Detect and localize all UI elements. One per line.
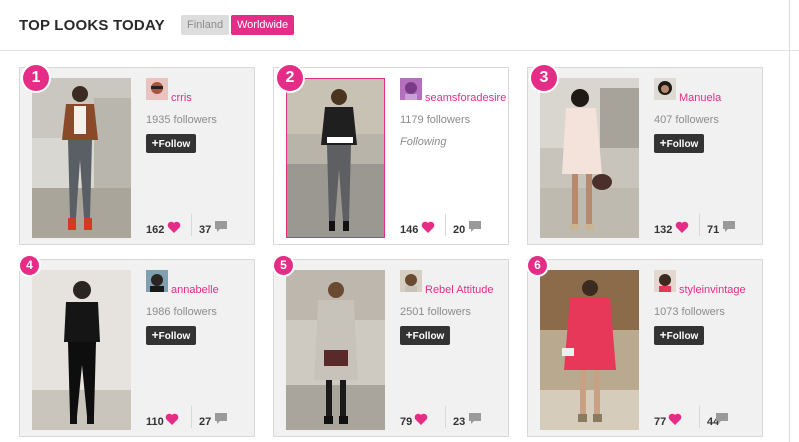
look-photo[interactable] xyxy=(286,270,385,430)
comments-count: 20 xyxy=(453,224,466,236)
rank-badge: 5 xyxy=(274,256,293,275)
look-card-1[interactable]: crris 1935 followers +Follow 162 37 1 xyxy=(19,65,255,245)
rank-badge: 6 xyxy=(528,256,547,275)
header: TOP LOOKS TODAY Finland Worldwide xyxy=(0,0,799,51)
comments-count: 71 xyxy=(707,224,720,236)
stats-divider xyxy=(191,214,192,236)
look-photo[interactable] xyxy=(286,78,385,238)
rank-badge: 4 xyxy=(20,256,39,275)
followers-count: 1073 followers xyxy=(654,306,725,318)
likes-count: 110 xyxy=(146,416,164,428)
heart-icon[interactable] xyxy=(668,412,682,426)
username-link[interactable]: seamsforadesire xyxy=(425,92,506,104)
rank-badge: 1 xyxy=(23,65,49,91)
comment-icon[interactable] xyxy=(716,413,728,424)
look-photo[interactable] xyxy=(540,270,639,430)
avatar[interactable] xyxy=(146,78,168,100)
likes-count: 162 xyxy=(146,224,165,236)
followers-count: 1179 followers xyxy=(400,114,471,126)
follow-label: Follow xyxy=(158,139,191,150)
followers-count: 1986 followers xyxy=(146,306,217,318)
page-divider xyxy=(789,0,790,442)
comments-count: 37 xyxy=(199,224,212,236)
avatar[interactable] xyxy=(654,270,676,292)
heart-icon[interactable] xyxy=(167,220,181,234)
stats-divider xyxy=(191,406,192,428)
follow-label: Follow xyxy=(158,331,191,342)
tab-worldwide[interactable]: Worldwide xyxy=(231,15,295,35)
heart-icon[interactable] xyxy=(165,412,179,426)
plus-icon: + xyxy=(405,328,413,342)
heart-icon[interactable] xyxy=(421,220,435,234)
likes-count: 77 xyxy=(654,416,667,428)
look-card-2[interactable]: seamsforadesire 1179 followers Following… xyxy=(273,65,509,245)
avatar[interactable] xyxy=(400,78,422,100)
look-photo[interactable] xyxy=(32,270,131,430)
stats-divider xyxy=(699,214,700,236)
followers-count: 407 followers xyxy=(654,114,719,126)
stats-divider xyxy=(445,406,446,428)
username-link[interactable]: styleinvintage xyxy=(679,284,746,296)
comment-icon[interactable] xyxy=(469,413,481,424)
rank-badge: 3 xyxy=(531,65,557,91)
username-link[interactable]: Manuela xyxy=(679,92,721,104)
follow-button[interactable]: +Follow xyxy=(654,326,704,345)
comments-count: 27 xyxy=(199,416,212,428)
comment-icon[interactable] xyxy=(469,221,481,232)
follow-button[interactable]: +Follow xyxy=(146,326,196,345)
stats-divider xyxy=(699,406,700,428)
plus-icon: + xyxy=(659,328,667,342)
follow-label: Follow xyxy=(666,331,699,342)
username-link[interactable]: Rebel Attitude xyxy=(425,284,494,296)
avatar[interactable] xyxy=(146,270,168,292)
follow-label: Follow xyxy=(412,331,445,342)
tab-finland[interactable]: Finland xyxy=(181,15,230,35)
avatar[interactable] xyxy=(654,78,676,100)
plus-icon: + xyxy=(659,136,667,150)
stats-divider xyxy=(445,214,446,236)
look-card-4[interactable]: annabelle 1986 followers +Follow 110 27 … xyxy=(19,256,255,437)
look-photo[interactable] xyxy=(32,78,131,238)
likes-count: 146 xyxy=(400,224,419,236)
username-link[interactable]: crris xyxy=(171,92,192,104)
heart-icon[interactable] xyxy=(675,220,689,234)
followers-count: 2501 followers xyxy=(400,306,471,318)
comment-icon[interactable] xyxy=(723,221,735,232)
follow-button[interactable]: +Follow xyxy=(146,134,196,153)
follow-button[interactable]: +Follow xyxy=(654,134,704,153)
look-card-6[interactable]: styleinvintage 1073 followers +Follow 77… xyxy=(527,256,763,437)
look-card-5[interactable]: Rebel Attitude 2501 followers +Follow 79… xyxy=(273,256,509,437)
look-card-3[interactable]: Manuela 407 followers +Follow 132 71 3 xyxy=(527,65,763,245)
avatar[interactable] xyxy=(400,270,422,292)
rank-badge: 2 xyxy=(277,65,303,91)
following-status[interactable]: Following xyxy=(400,136,446,148)
page-title: TOP LOOKS TODAY xyxy=(19,17,165,34)
comments-count: 23 xyxy=(453,416,466,428)
follow-label: Follow xyxy=(666,139,699,150)
comment-icon[interactable] xyxy=(215,221,227,232)
plus-icon: + xyxy=(151,328,159,342)
likes-count: 132 xyxy=(654,224,673,236)
username-link[interactable]: annabelle xyxy=(171,284,219,296)
followers-count: 1935 followers xyxy=(146,114,217,126)
likes-count: 79 xyxy=(400,416,413,428)
comment-icon[interactable] xyxy=(215,413,227,424)
plus-icon: + xyxy=(151,136,159,150)
follow-button[interactable]: +Follow xyxy=(400,326,450,345)
heart-icon[interactable] xyxy=(414,412,428,426)
look-photo[interactable] xyxy=(540,78,639,238)
